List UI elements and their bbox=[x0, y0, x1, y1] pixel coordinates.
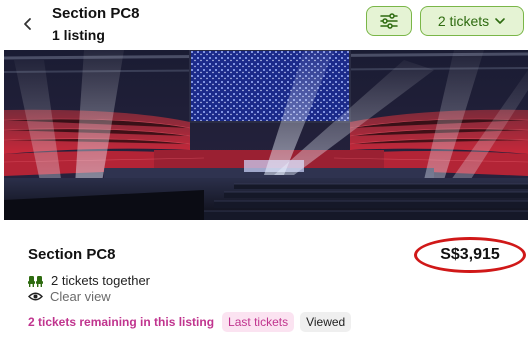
arena-view-illustration bbox=[4, 50, 528, 220]
title-block: Section PC8 1 listing bbox=[52, 4, 140, 45]
last-tickets-badge: Last tickets bbox=[222, 312, 295, 332]
header-bar: Section PC8 1 listing 2 tickets bbox=[0, 0, 531, 48]
listing-price: S$3,915 bbox=[440, 246, 500, 263]
listing-section-name: Section PC8 bbox=[28, 246, 116, 263]
listing-count: 1 listing bbox=[52, 27, 105, 43]
sliders-icon bbox=[380, 13, 398, 29]
ticket-quantity-dropdown[interactable]: 2 tickets bbox=[420, 6, 524, 36]
viewed-badge: Viewed bbox=[300, 312, 352, 332]
ticket-quantity-label: 2 tickets bbox=[437, 13, 490, 29]
seat-icon bbox=[28, 275, 43, 287]
filter-button[interactable] bbox=[366, 6, 412, 36]
price-container: S$3,915 bbox=[414, 237, 526, 273]
listing-details: Section PC8 S$3,915 2 tickets together C… bbox=[0, 228, 531, 348]
seat-view-image bbox=[4, 50, 528, 220]
seats-together-row: 2 tickets together bbox=[28, 273, 150, 288]
listing-tags-row: 2 tickets remaining in this listing Last… bbox=[28, 312, 352, 332]
view-quality-row: Clear view bbox=[28, 289, 111, 304]
eye-icon bbox=[28, 292, 43, 301]
chevron-down-icon bbox=[495, 18, 505, 24]
back-button[interactable] bbox=[16, 12, 40, 36]
page-title: Section PC8 bbox=[52, 5, 140, 22]
seats-together-text: 2 tickets together bbox=[51, 273, 150, 288]
chevron-left-icon bbox=[24, 18, 31, 30]
view-quality-text: Clear view bbox=[50, 289, 111, 304]
tickets-remaining-text: 2 tickets remaining in this listing bbox=[28, 315, 215, 329]
